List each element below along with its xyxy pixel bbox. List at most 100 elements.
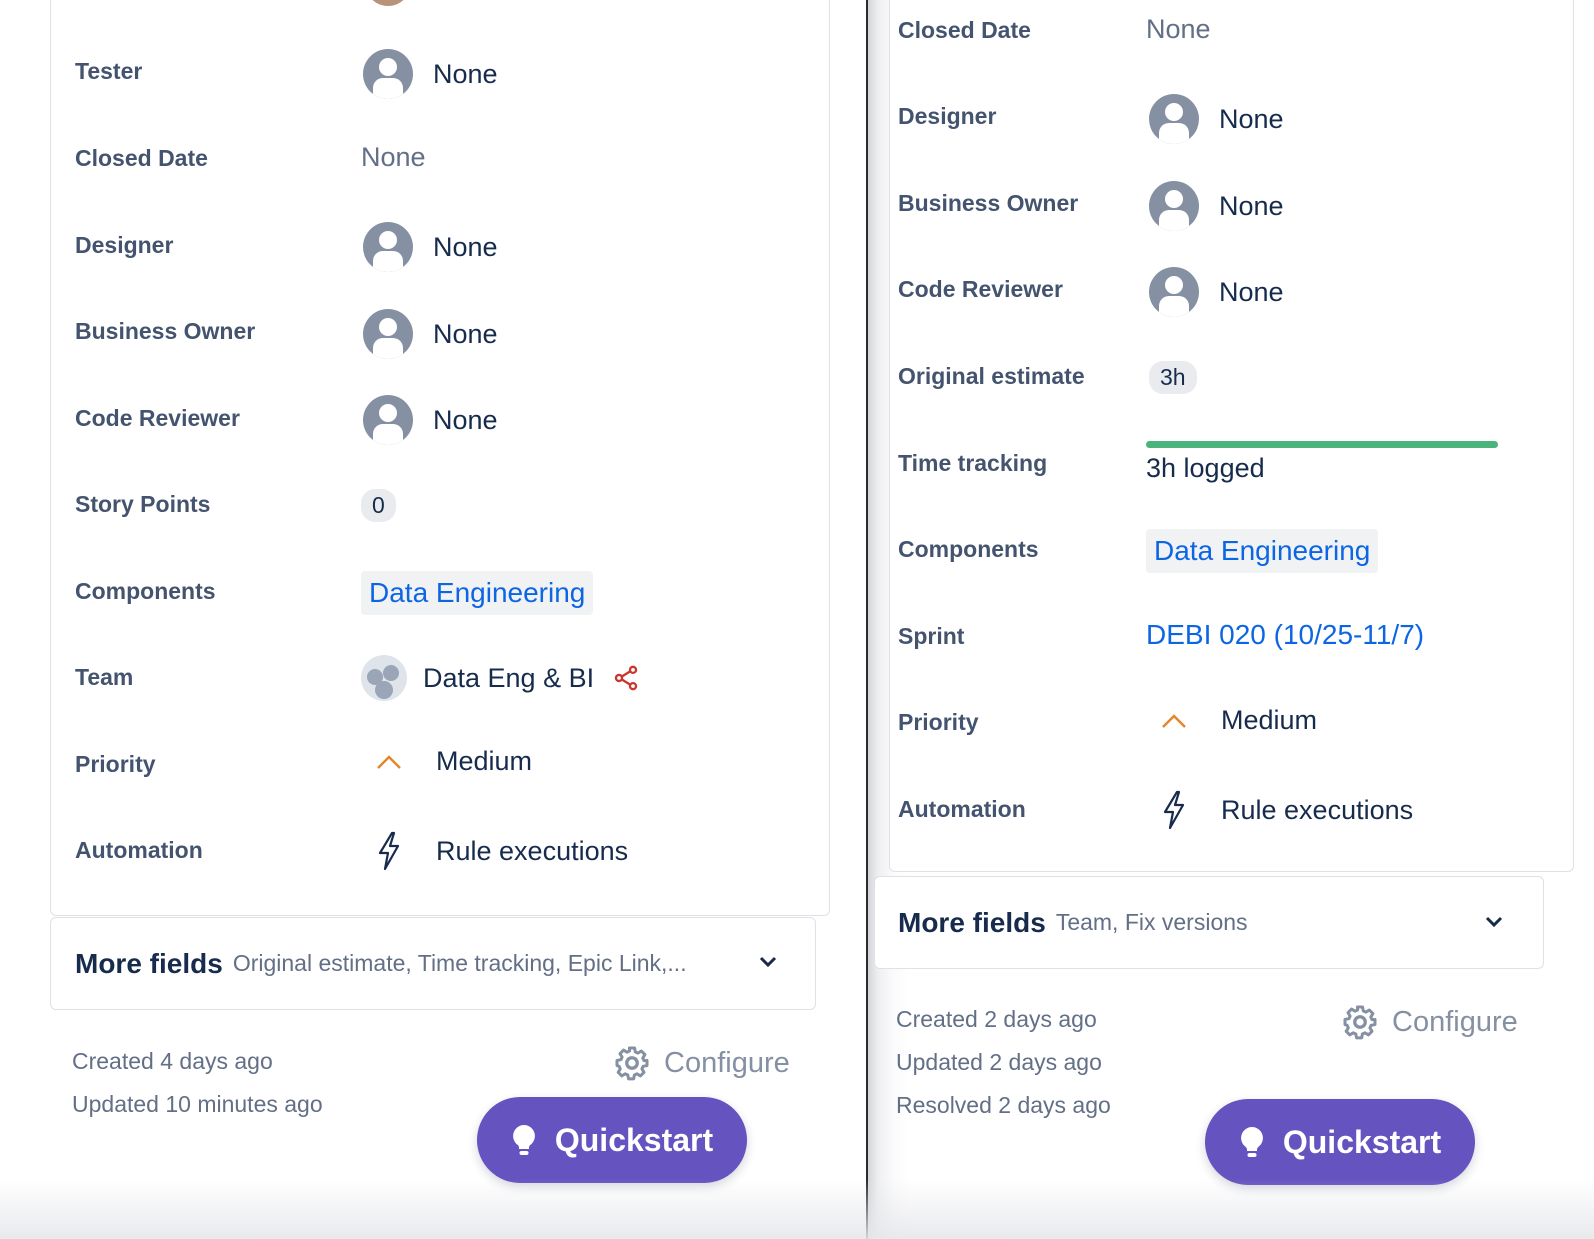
resolved-text: Resolved 2 days ago bbox=[896, 1092, 1111, 1118]
quickstart-label: Quickstart bbox=[554, 1121, 714, 1158]
closed-date-label: Closed Date bbox=[898, 17, 1031, 43]
story-points-label: Story Points bbox=[75, 491, 211, 517]
closed-date-value[interactable]: None bbox=[361, 142, 426, 173]
sprint-label: Sprint bbox=[898, 623, 965, 649]
story-points-value[interactable]: 0 bbox=[361, 489, 396, 522]
issue-details-pane-left: Tester None Closed Date None Designer No… bbox=[0, 0, 868, 1239]
configure-label: Configure bbox=[664, 1046, 790, 1079]
team-label: Team bbox=[75, 664, 134, 690]
code-reviewer-label: Code Reviewer bbox=[75, 405, 240, 431]
business-owner-name: None bbox=[1219, 190, 1284, 221]
tester-name: None bbox=[433, 58, 498, 89]
reporter-avatar-partial bbox=[365, 0, 411, 8]
time-tracking-bar-fill bbox=[1146, 441, 1498, 448]
more-fields-panel[interactable]: More fields Team, Fix versions bbox=[874, 876, 1544, 969]
component-chip[interactable]: Data Engineering bbox=[361, 571, 594, 615]
updated-text: Updated 10 minutes ago bbox=[72, 1091, 323, 1117]
code-reviewer-label: Code Reviewer bbox=[898, 276, 1063, 302]
designer-label: Designer bbox=[898, 103, 997, 129]
automation-label: Automation bbox=[898, 796, 1026, 822]
closed-date-label: Closed Date bbox=[75, 145, 208, 171]
business-owner-label: Business Owner bbox=[898, 190, 1079, 216]
created-text: Created 4 days ago bbox=[72, 1048, 273, 1074]
designer-name: None bbox=[1219, 103, 1284, 134]
priority-label: Priority bbox=[898, 709, 979, 735]
story-points-lozenge: 0 bbox=[361, 489, 396, 522]
quickstart-label: Quickstart bbox=[1282, 1123, 1442, 1160]
priority-label: Priority bbox=[75, 751, 156, 777]
priority-value[interactable]: Medium bbox=[1151, 705, 1317, 736]
business-owner-label: Business Owner bbox=[75, 318, 256, 344]
lightbulb-icon bbox=[1240, 1127, 1263, 1157]
team-name: Data Eng & BI bbox=[423, 662, 595, 693]
time-tracking-label: Time tracking bbox=[898, 450, 1048, 476]
components-label: Components bbox=[75, 578, 216, 604]
code-reviewer-value[interactable]: None bbox=[363, 395, 498, 445]
lightning-bolt-icon bbox=[1151, 790, 1197, 830]
user-avatar-icon bbox=[363, 49, 413, 99]
user-avatar-icon bbox=[363, 309, 413, 359]
updated-text: Updated 2 days ago bbox=[896, 1049, 1102, 1075]
sprint-link[interactable]: DEBI 020 (10/25-11/7) bbox=[1146, 619, 1424, 651]
closed-date-value[interactable]: None bbox=[1146, 14, 1211, 45]
components-value[interactable]: Data Engineering bbox=[1146, 529, 1379, 573]
user-avatar-icon bbox=[363, 222, 413, 272]
components-label: Components bbox=[898, 536, 1039, 562]
time-tracking-bar-track[interactable] bbox=[1146, 441, 1498, 448]
rule-executions-link: Rule executions bbox=[1221, 794, 1414, 825]
priority-medium-icon bbox=[1151, 713, 1197, 729]
code-reviewer-name: None bbox=[433, 404, 498, 435]
original-estimate-lozenge: 3h bbox=[1149, 361, 1197, 394]
automation-label: Automation bbox=[75, 837, 203, 863]
components-value[interactable]: Data Engineering bbox=[361, 571, 594, 615]
issue-details-pane-right: Closed Date None Designer None Business … bbox=[868, 0, 1594, 1239]
business-owner-value[interactable]: None bbox=[363, 309, 498, 359]
configure-button[interactable]: Configure bbox=[614, 1045, 790, 1081]
configure-button[interactable]: Configure bbox=[1342, 1004, 1518, 1040]
sprint-value[interactable]: DEBI 020 (10/25-11/7) bbox=[1146, 619, 1424, 651]
designer-value[interactable]: None bbox=[1149, 94, 1284, 144]
more-fields-subtitle: Original estimate, Time tracking, Epic L… bbox=[232, 950, 687, 976]
time-tracking-value: 3h logged bbox=[1146, 453, 1265, 483]
team-value[interactable]: Data Eng & BI bbox=[361, 655, 640, 701]
priority-value[interactable]: Medium bbox=[366, 746, 532, 777]
more-fields-panel[interactable]: More fields Original estimate, Time trac… bbox=[50, 917, 816, 1010]
user-avatar-icon bbox=[1149, 94, 1199, 144]
timestamps: Created 4 days ago Updated 10 minutes ag… bbox=[72, 1040, 323, 1126]
business-owner-value[interactable]: None bbox=[1149, 181, 1284, 231]
quickstart-button[interactable]: Quickstart bbox=[1205, 1099, 1475, 1185]
priority-text: Medium bbox=[1221, 705, 1318, 735]
share-icon[interactable] bbox=[612, 664, 640, 692]
tester-value[interactable]: None bbox=[363, 49, 498, 99]
timestamps: Created 2 days ago Updated 2 days ago Re… bbox=[896, 998, 1111, 1127]
more-fields-title: More fields bbox=[898, 906, 1046, 938]
details-card bbox=[50, 0, 830, 916]
lightbulb-icon bbox=[512, 1125, 535, 1155]
chevron-down-icon[interactable] bbox=[1483, 914, 1505, 930]
tester-label: Tester bbox=[75, 58, 143, 84]
designer-value[interactable]: None bbox=[363, 222, 498, 272]
code-reviewer-name: None bbox=[1219, 276, 1284, 307]
chevron-down-icon[interactable] bbox=[757, 954, 779, 970]
component-chip[interactable]: Data Engineering bbox=[1146, 529, 1379, 573]
team-avatar-icon bbox=[361, 655, 407, 701]
gear-icon bbox=[1343, 1005, 1377, 1040]
gear-icon bbox=[615, 1046, 649, 1081]
automation-value[interactable]: Rule executions bbox=[1151, 790, 1413, 830]
user-avatar-icon bbox=[363, 395, 413, 445]
code-reviewer-value[interactable]: None bbox=[1149, 267, 1284, 317]
configure-label: Configure bbox=[1392, 1005, 1518, 1038]
automation-value[interactable]: Rule executions bbox=[366, 831, 628, 871]
user-avatar-icon bbox=[1149, 267, 1199, 317]
business-owner-name: None bbox=[433, 318, 498, 349]
more-fields-subtitle: Team, Fix versions bbox=[1055, 909, 1248, 935]
priority-medium-icon bbox=[366, 754, 412, 770]
created-text: Created 2 days ago bbox=[896, 1006, 1097, 1032]
designer-name: None bbox=[433, 231, 498, 262]
lightning-bolt-icon bbox=[366, 831, 412, 871]
rule-executions-link: Rule executions bbox=[436, 835, 629, 866]
more-fields-title: More fields bbox=[75, 947, 223, 979]
quickstart-button[interactable]: Quickstart bbox=[477, 1097, 747, 1183]
original-estimate-value[interactable]: 3h bbox=[1149, 361, 1197, 394]
user-avatar-icon bbox=[1149, 181, 1199, 231]
